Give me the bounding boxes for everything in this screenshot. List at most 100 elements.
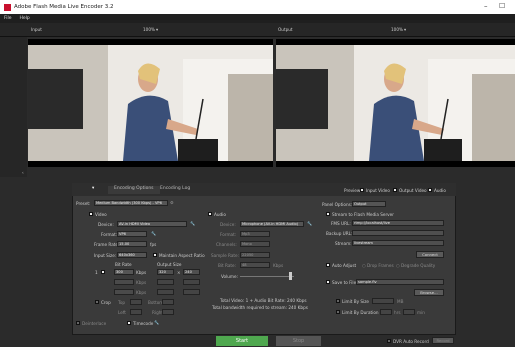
save-to-file-checkbox[interactable] xyxy=(326,280,330,284)
chevron-down-icon[interactable]: ▾ xyxy=(404,27,406,33)
collapse-panel-icon[interactable]: ▾ xyxy=(92,186,94,194)
app-icon xyxy=(4,3,11,11)
crop-left-input[interactable] xyxy=(130,309,142,315)
fms-url-label: FMS URL: xyxy=(331,221,351,226)
collapse-icon[interactable]: ‹ xyxy=(22,170,24,175)
crop-bottom-input[interactable] xyxy=(162,299,174,305)
video-format-label: Format: xyxy=(101,232,118,237)
input-video-preview xyxy=(28,39,273,167)
tab-encoding-log[interactable]: Encoding Log xyxy=(160,186,190,194)
bitrate-select[interactable]: 300 xyxy=(114,269,134,275)
fms-url-input[interactable]: rtmp://localhost/live xyxy=(352,220,444,226)
connect-button[interactable]: Connect xyxy=(416,251,444,258)
start-button[interactable]: Start xyxy=(216,336,268,346)
frame-rate-label: Frame Rate: xyxy=(94,242,120,247)
record-button[interactable]: Record xyxy=(432,337,454,344)
duration-hrs-input[interactable] xyxy=(380,309,392,315)
audio-settings-icon[interactable]: 🔧 xyxy=(307,221,312,227)
deinterlace-checkbox[interactable] xyxy=(76,321,80,325)
audio-device-select[interactable]: Microphone (AV-in HDMI Audio) xyxy=(240,221,304,227)
crop-top-input[interactable] xyxy=(130,299,142,305)
volume-slider[interactable] xyxy=(289,272,292,280)
video-device-select[interactable]: AV-in HDMI Video xyxy=(117,221,187,227)
crop-top-label: Top xyxy=(118,300,126,305)
dvr-auto-record-checkbox[interactable] xyxy=(387,339,391,343)
audio-kbps-unit: Kbps xyxy=(273,263,284,268)
limit-size-input[interactable] xyxy=(372,298,394,304)
sample-rate-label: Sample Rate: xyxy=(211,253,240,258)
drop-frames-radio[interactable]: ○ xyxy=(362,263,366,268)
audio-bitrate-select[interactable]: 48 xyxy=(240,262,270,268)
input-video-checkbox[interactable] xyxy=(360,188,364,192)
wrench-icon[interactable]: 🔧 xyxy=(151,231,156,237)
output-height3-input[interactable] xyxy=(183,289,200,295)
output-height2-input[interactable] xyxy=(183,279,200,285)
wrench-icon[interactable]: 🔧 xyxy=(190,221,195,227)
input-label: Input xyxy=(31,27,42,32)
input-size-select[interactable]: 640x360 xyxy=(117,252,147,258)
output-width-input[interactable]: 320 xyxy=(157,269,174,275)
output-height-input[interactable]: 240 xyxy=(183,269,200,275)
browse-button[interactable]: Browse... xyxy=(414,289,444,296)
output-video-preview xyxy=(276,39,515,167)
row-index: 1 xyxy=(95,270,98,275)
output-width3-input[interactable] xyxy=(157,289,174,295)
output-video-checkbox[interactable] xyxy=(393,188,397,192)
duration-min-input[interactable] xyxy=(403,309,415,315)
bitrate3-select[interactable] xyxy=(114,289,134,295)
size-separator: × xyxy=(177,270,181,275)
stream-fms-checkbox[interactable] xyxy=(326,212,330,216)
bit-rate-header: Bit Rate xyxy=(115,262,132,267)
auto-adjust-checkbox[interactable] xyxy=(326,263,330,267)
save-preset-icon[interactable]: ⚙ xyxy=(170,200,174,205)
preset-select[interactable]: Medium Bandwidth (300 Kbps) - VP6 xyxy=(94,200,168,206)
frame-rate-select[interactable]: 15.00 xyxy=(117,241,147,247)
stop-button[interactable]: Stop xyxy=(276,336,321,346)
audio-checkbox[interactable] xyxy=(428,188,432,192)
fps-unit: fps xyxy=(150,242,157,247)
file-name-input[interactable]: sample.flv xyxy=(356,279,444,285)
channels-label: Channels: xyxy=(216,242,237,247)
channels-select[interactable]: Mono xyxy=(240,241,270,247)
maintain-aspect-checkbox[interactable] xyxy=(153,253,157,257)
output-zoom[interactable]: 100% xyxy=(391,27,403,33)
menu-file[interactable]: File xyxy=(4,16,12,21)
video-checkbox[interactable] xyxy=(89,212,93,216)
preset-label: Preset: xyxy=(76,201,91,206)
maintain-aspect-label: Maintain Aspect Ratio xyxy=(159,253,205,258)
timecode-settings-icon[interactable]: 🔧 xyxy=(154,320,159,326)
timecode-checkbox[interactable] xyxy=(127,321,131,325)
backup-url-input[interactable] xyxy=(352,230,444,236)
degrade-quality-radio[interactable]: ○ xyxy=(396,263,400,268)
size-unit: MB xyxy=(397,299,404,304)
stream-label: Stream: xyxy=(335,241,352,246)
maximize-button[interactable]: ☐ xyxy=(499,2,505,10)
input-zoom[interactable]: 100% xyxy=(143,27,155,33)
menu-help[interactable]: Help xyxy=(20,16,30,21)
crop-right-input[interactable] xyxy=(162,309,174,315)
video-format-select[interactable]: VP6 xyxy=(117,231,147,237)
output-width2-input[interactable] xyxy=(157,279,174,285)
panel-options-select[interactable]: Output xyxy=(352,201,386,207)
stream-name-input[interactable]: livestream xyxy=(352,240,444,246)
sample-rate-select[interactable]: 22050 xyxy=(240,252,270,258)
chevron-down-icon[interactable]: ▾ xyxy=(156,27,158,33)
audio-preview-label: Audio xyxy=(434,188,446,193)
audio-format-select[interactable]: Mp3 xyxy=(240,231,270,237)
minimize-button[interactable]: – xyxy=(484,2,488,10)
kbps-unit: Kbps xyxy=(136,290,147,295)
audio-enable-checkbox[interactable] xyxy=(208,212,212,216)
row1-checkbox[interactable] xyxy=(101,270,105,274)
limit-size-checkbox[interactable] xyxy=(336,299,340,303)
crop-label: Crop xyxy=(101,300,111,305)
crop-checkbox[interactable] xyxy=(95,300,99,304)
volume-label: Volume: xyxy=(221,274,238,279)
tab-encoding-options[interactable]: Encoding Options xyxy=(108,186,160,194)
preview-header xyxy=(0,23,515,37)
total-bitrate-line: Total Video: 1 + Audio Bit Rate: 240 Kbp… xyxy=(220,298,307,303)
volume-track xyxy=(240,276,294,277)
bitrate2-select[interactable] xyxy=(114,279,134,285)
limit-duration-checkbox[interactable] xyxy=(336,310,340,314)
window-title: Adobe Flash Media Live Encoder 3.2 xyxy=(14,4,114,10)
kbps-unit: Kbps xyxy=(136,280,147,285)
